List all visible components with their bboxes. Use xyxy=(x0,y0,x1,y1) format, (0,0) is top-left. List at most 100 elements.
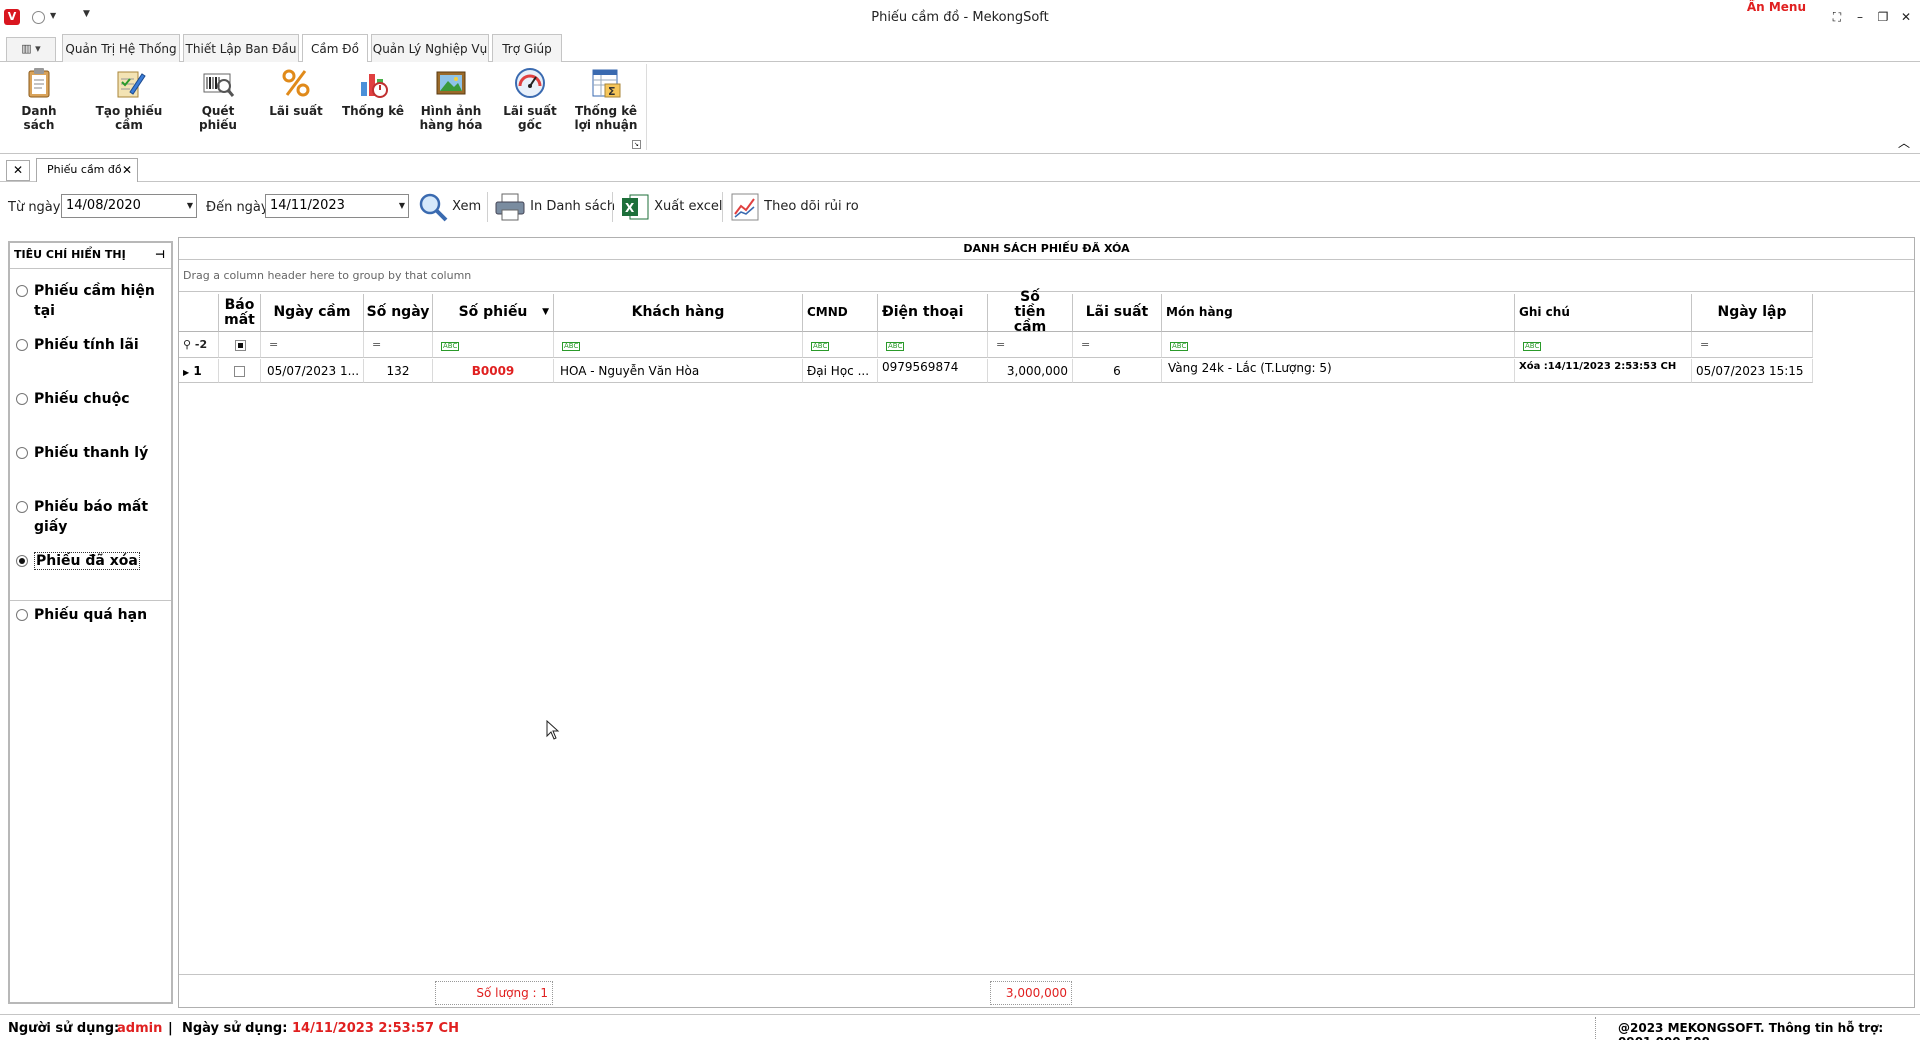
cell-cmnd[interactable]: Đại Học ... xyxy=(803,359,878,383)
column-label: Số tiền cầm xyxy=(1013,289,1047,335)
print-list-button[interactable]: In Danh sách xyxy=(494,190,615,224)
ribbon-button-quet-phieu[interactable]: Quét phiếu xyxy=(184,66,252,132)
cell-ngay-cam[interactable]: 05/07/2023 1... xyxy=(261,359,364,383)
view-button[interactable]: Xem xyxy=(418,190,481,224)
cell-lai-suat[interactable]: 6 xyxy=(1073,359,1162,383)
tab-cam-do[interactable]: Cầm Đồ xyxy=(302,34,368,63)
cell-so-phieu[interactable]: B0009 xyxy=(433,359,554,383)
ribbon-button-danh-sach[interactable]: Danh sách xyxy=(6,66,72,132)
export-excel-button[interactable]: X Xuất excel xyxy=(620,190,722,224)
close-all-tabs-icon[interactable]: ✕ xyxy=(6,160,30,181)
column-header-so-tien-cam[interactable]: Số tiền cầm xyxy=(988,290,1073,335)
radio-circle[interactable] xyxy=(16,555,28,567)
radio-phieu-chuoc[interactable]: Phiếu chuộc xyxy=(16,389,130,409)
tab-thiet-lap-ban-dau[interactable]: Thiết Lập Ban Đầu xyxy=(183,34,299,62)
filter-dien-thoai[interactable]: ABC xyxy=(878,332,988,358)
radio-label: Phiếu đã xóa xyxy=(34,552,140,570)
radio-phieu-qua-han[interactable]: Phiếu quá hạn xyxy=(16,605,147,625)
group-by-panel[interactable]: Drag a column header here to group by th… xyxy=(179,260,1914,292)
cell-mon-hang[interactable]: Vàng 24k - Lắc (T.Lượng: 5) xyxy=(1162,359,1515,383)
panel-title: TIÊU CHÍ HIỂN THỊ xyxy=(14,248,126,261)
filter-so-ngay[interactable]: = xyxy=(364,332,433,358)
ribbon-button-lai-suat[interactable]: Lãi suất xyxy=(264,66,328,118)
column-header-dien-thoai[interactable]: Điện thoại xyxy=(878,294,988,332)
cell-dien-thoai[interactable]: 0979569874 xyxy=(878,359,988,383)
status-separator: | xyxy=(168,1021,173,1036)
column-header-lai-suat[interactable]: Lãi suất xyxy=(1073,294,1162,332)
collapse-ribbon-icon[interactable]: ︿ xyxy=(1898,134,1910,151)
column-header-ngay-lap[interactable]: Ngày lập xyxy=(1692,294,1813,332)
tab-phieu-cam-do[interactable]: Phiếu cầm đồ ✕ xyxy=(36,158,138,182)
column-header-mon-hang[interactable]: Món hàng xyxy=(1162,294,1515,332)
column-header-ghi-chu[interactable]: Ghi chú xyxy=(1515,294,1692,332)
column-header-ngay-cam[interactable]: Ngày cầm xyxy=(261,294,364,332)
radio-circle[interactable] xyxy=(16,609,28,621)
filter-so-phieu[interactable]: ABC xyxy=(433,332,554,358)
dialog-launcher-icon[interactable]: ↘ xyxy=(632,140,641,149)
pin-icon[interactable]: ⊣ xyxy=(155,243,165,267)
filter-ngay-lap[interactable]: = xyxy=(1692,332,1813,358)
cell-ghi-chu[interactable]: Xóa :14/11/2023 2:53:53 CH xyxy=(1515,359,1692,383)
filter-equals-icon: = xyxy=(1081,338,1091,351)
line-chart-icon xyxy=(731,193,759,220)
ribbon-button-hinh-anh-hang-hoa[interactable]: Hình ảnh hàng hóa xyxy=(418,66,484,132)
column-header-so-ngay[interactable]: Số ngày xyxy=(364,294,433,332)
column-header-so-phieu[interactable]: Số phiếu ▼ xyxy=(433,294,554,332)
tab-tro-giup[interactable]: Trợ Giúp xyxy=(492,34,562,62)
filter-lai-suat[interactable]: = xyxy=(1073,332,1162,358)
chevron-down-icon[interactable]: ▼ xyxy=(399,195,405,217)
cell-khach-hang[interactable]: HOA - Nguyễn Văn Hòa xyxy=(554,359,803,383)
ribbon-button-thong-ke-loi-nhuan[interactable]: Σ Thống kê lợi nhuận xyxy=(572,66,640,132)
ribbon-button-label: Lãi suất xyxy=(503,104,557,118)
filter-khach-hang[interactable]: ABC xyxy=(554,332,803,358)
radio-circle[interactable] xyxy=(16,285,28,297)
radio-circle[interactable] xyxy=(16,339,28,351)
filter-so-tien-cam[interactable]: = xyxy=(988,332,1073,358)
radio-phieu-da-xoa[interactable]: Phiếu đã xóa xyxy=(16,551,140,571)
print-list-label: In Danh sách xyxy=(530,199,616,214)
column-header-bao-mat[interactable]: Báo mất xyxy=(219,294,261,332)
chevron-down-icon[interactable]: ▼ xyxy=(187,195,193,217)
radio-circle[interactable] xyxy=(16,501,28,513)
filter-ghi-chu[interactable]: ABC xyxy=(1515,332,1692,358)
radio-phieu-bao-mat-giay[interactable]: Phiếu báo mất giấy xyxy=(16,497,171,535)
close-icon[interactable]: ✕ xyxy=(1897,8,1915,26)
ribbon-button-tao-phieu-cam[interactable]: Tạo phiếu cầm xyxy=(84,66,174,132)
filter-checkbox[interactable] xyxy=(235,339,246,351)
risk-tracking-button[interactable]: Theo dõi rủi ro xyxy=(730,190,859,224)
tab-quan-tri-he-thong[interactable]: Quản Trị Hệ Thống xyxy=(62,34,180,62)
hide-menu-button[interactable]: Ẩn Menu xyxy=(1747,0,1806,14)
radio-phieu-thanh-ly[interactable]: Phiếu thanh lý xyxy=(16,443,148,463)
app-menu-button[interactable]: ▥ ▾ xyxy=(6,37,56,61)
fullscreen-icon[interactable]: ⛶ xyxy=(1828,8,1846,26)
sort-dropdown-icon[interactable]: ▼ xyxy=(542,305,549,320)
cell-ngay-lap[interactable]: 05/07/2023 15:15 xyxy=(1692,359,1813,383)
to-date-input[interactable]: 14/11/2023 ▼ xyxy=(265,194,409,218)
radio-phieu-cam-hien-tai[interactable]: Phiếu cầm hiện tại xyxy=(16,281,171,319)
cell-bao-mat[interactable] xyxy=(219,359,261,383)
filter-bao-mat[interactable] xyxy=(219,332,261,358)
row-pointer-icon: ▶ xyxy=(183,368,190,377)
cell-so-ngay[interactable]: 132 xyxy=(364,359,433,383)
tab-quan-ly-nghiep-vu[interactable]: Quản Lý Nghiệp Vụ xyxy=(371,34,489,62)
export-excel-label: Xuất excel xyxy=(654,199,723,214)
cell-so-tien-cam[interactable]: 3,000,000 xyxy=(988,359,1073,383)
restore-icon[interactable]: ❐ xyxy=(1874,8,1892,26)
ribbon-button-thong-ke[interactable]: Thống kê xyxy=(340,66,406,118)
column-header-khach-hang[interactable]: Khách hàng xyxy=(554,294,803,332)
spreadsheet-sum-icon: Σ xyxy=(589,66,623,100)
column-header-cmnd[interactable]: CMND xyxy=(803,294,878,332)
radio-phieu-tinh-lai[interactable]: Phiếu tính lãi xyxy=(16,335,139,355)
filter-mon-hang[interactable]: ABC xyxy=(1162,332,1515,358)
radio-circle[interactable] xyxy=(16,447,28,459)
minimize-icon[interactable]: – xyxy=(1851,8,1869,26)
close-tab-icon[interactable]: ✕ xyxy=(122,159,132,181)
ribbon-button-lai-suat-goc[interactable]: Lãi suất gốc xyxy=(498,66,562,132)
from-date-input[interactable]: 14/08/2020 ▼ xyxy=(61,194,197,218)
lost-checkbox[interactable] xyxy=(234,366,245,377)
radio-circle[interactable] xyxy=(16,393,28,405)
row-indicator[interactable]: ▶ 1 xyxy=(179,359,219,383)
user-value: admin xyxy=(117,1021,163,1036)
filter-ngay-cam[interactable]: = xyxy=(261,332,364,358)
filter-cmnd[interactable]: ABC xyxy=(803,332,878,358)
